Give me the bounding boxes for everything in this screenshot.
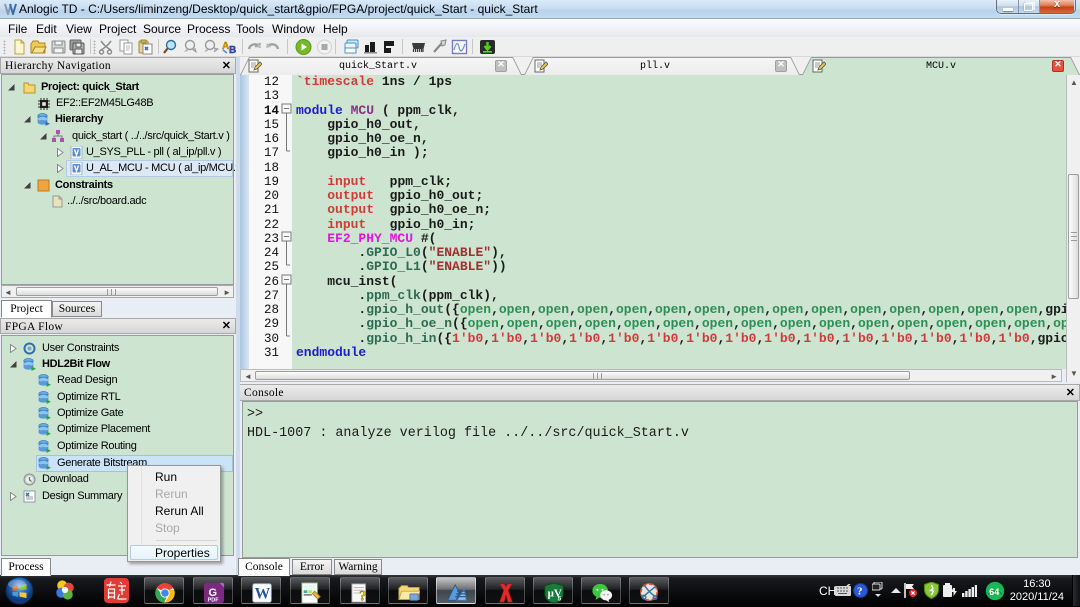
svg-text:64: 64 [989,587,1000,597]
svg-text:?: ? [359,588,366,604]
svg-text:PDF: PDF [208,598,220,604]
svg-text:W: W [255,586,271,603]
svg-text:5: 5 [558,595,562,602]
svg-text:?: ? [857,586,863,598]
svg-text:B: B [229,45,236,55]
